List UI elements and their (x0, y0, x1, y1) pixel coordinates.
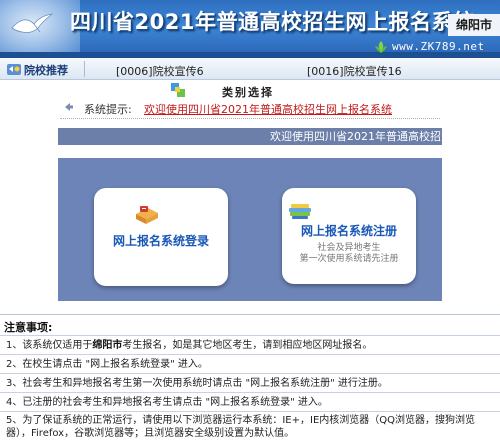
register-icon (289, 204, 311, 219)
note-item: 4、已注册的社会考生和异地报名考生请点击 "网上报名系统登录" 进入。 (0, 392, 500, 411)
register-title: 网上报名系统注册 (300, 224, 397, 238)
note-text: 1、该系统仅适用于 (6, 340, 93, 351)
category-icon (171, 83, 185, 97)
hint-label: 系统提示: (84, 103, 132, 116)
nav-divider (84, 61, 85, 77)
marquee-link[interactable]: [0016]院校宣传16 (307, 63, 402, 79)
notes-section: 注意事项: 1、该系统仅适用于绵阳市考生报名，如是其它地区考生，请到相应地区网址… (0, 314, 500, 442)
nav-bar: 院校推荐 [0006]院校宣传6 [0016]院校宣传16 (0, 58, 500, 80)
note-text: 器），Firefox，谷歌浏览器等；且浏览器安全级别设置为默认值。 (6, 428, 295, 439)
note-city: 绵阳市 (92, 340, 123, 351)
note-item: 2、在校生请点击 "网上报名系统登录" 进入。 (0, 354, 500, 373)
category-title: 类别选择 (222, 86, 274, 99)
login-card-button[interactable]: 网上报名系统登录 (94, 188, 228, 286)
marquee-link[interactable]: [0006]院校宣传6 (116, 63, 204, 79)
lily-icon (375, 41, 387, 53)
bird-logo-icon (11, 13, 54, 33)
note-item: 1、该系统仅适用于绵阳市考生报名，如是其它地区考生，请到相应地区网址报名。 (0, 335, 500, 354)
divider (60, 118, 440, 119)
note-item: 3、社会考生和异地报名考生第一次使用系统时请点击 "网上报名系统注册" 进行注册… (0, 373, 500, 392)
hint-arrow-icon (65, 103, 73, 111)
nav-title: 院校推荐 (24, 64, 68, 77)
city-label: 绵阳市 (448, 14, 500, 36)
note-item: 5、为了保证系统的正常运行，请使用以下浏览器运行本系统：IE+，IE内核浏览器（… (0, 411, 500, 442)
register-card-button[interactable]: 网上报名系统注册 社会及异地考生 第一次使用系统请先注册 (282, 188, 416, 284)
page-title: 四川省2021年普通高校招生网上报名系统 (70, 10, 475, 34)
header-banner: 四川省2021年普通高校招生网上报名系统 绵阳市 www.ZK789.net (0, 0, 500, 58)
register-subtitle: 第一次使用系统请先注册 (299, 254, 399, 264)
login-title: 网上报名系统登录 (112, 234, 209, 248)
note-text: 考生报名，如是其它地区考生，请到相应地区网址报名。 (122, 340, 373, 351)
site-url[interactable]: www.ZK789.net (392, 40, 485, 53)
nav-badge-icon (7, 64, 21, 75)
login-icon (136, 206, 158, 224)
category-row: 类别选择 (0, 80, 500, 100)
hint-message-link[interactable]: 欢迎使用四川省2021年普通高校招生网上报名系统 (144, 101, 392, 117)
welcome-marquee: 欢迎使用四川省2021年普通高校招生I (58, 128, 442, 145)
note-text: 5、为了保证系统的正常运行，请使用以下浏览器运行本系统：IE+，IE内核浏览器（… (6, 415, 476, 426)
entry-panel: 网上报名系统登录 网上报名系统注册 社会及异地考生 第一次使用系统请先注册 (58, 158, 442, 301)
notes-title: 注意事项: (4, 321, 53, 334)
register-subtitle: 社会及异地考生 (317, 243, 381, 253)
welcome-text: 欢迎使用四川省2021年普通高校招生I (270, 130, 442, 143)
